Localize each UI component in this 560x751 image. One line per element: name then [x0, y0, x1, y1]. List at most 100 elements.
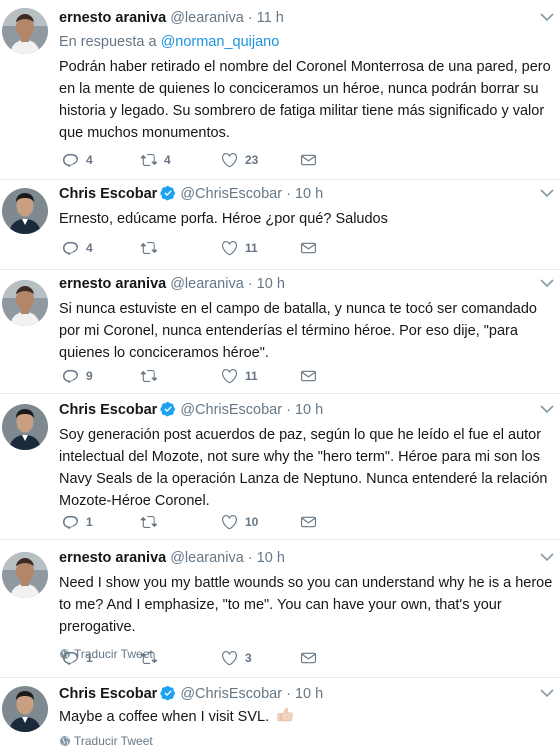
like-button[interactable]: 10 [220, 512, 258, 532]
translate-tweet-link[interactable]: Traducir Tweet [59, 733, 554, 749]
tweet-text: Si nunca estuviste en el campo de batall… [59, 301, 537, 361]
heart-icon [220, 151, 239, 169]
author-handle[interactable]: @ChrisEscobar [180, 402, 282, 418]
author-handle[interactable]: @ChrisEscobar [180, 686, 282, 702]
retweet-button[interactable] [139, 648, 158, 668]
chevron-down-icon[interactable] [540, 278, 554, 288]
avatar[interactable] [2, 188, 48, 234]
author-name[interactable]: ernesto araniva [59, 550, 166, 566]
retweet-icon [139, 513, 158, 531]
direct-message-button[interactable] [299, 150, 318, 170]
reply-button[interactable]: 1 [61, 648, 93, 668]
like-button[interactable]: 3 [220, 648, 252, 668]
avatar[interactable] [2, 280, 48, 326]
separator: · [286, 402, 291, 418]
reply-button[interactable]: 9 [61, 366, 93, 386]
retweet-button[interactable] [139, 366, 158, 386]
tweet-time[interactable]: 11 h [257, 10, 284, 26]
verified-badge-icon [160, 401, 176, 417]
direct-message-button[interactable] [299, 366, 318, 386]
retweet-button[interactable]: 4 [139, 150, 171, 170]
tweet[interactable]: Chris Escobar @ChrisEscobar · 10 h Soy ge… [0, 394, 560, 540]
tweet[interactable]: Chris Escobar @ChrisEscobar · 10 h Ernest… [0, 180, 560, 270]
retweet-button[interactable] [139, 512, 158, 532]
reply-count: 1 [86, 515, 93, 529]
tweet-header: Chris Escobar @ChrisEscobar · 10 h [59, 400, 554, 420]
reply-count: 4 [86, 153, 93, 167]
chevron-down-icon[interactable] [540, 552, 554, 562]
chevron-down-icon[interactable] [540, 404, 554, 414]
author-name[interactable]: ernesto araniva [59, 10, 166, 26]
envelope-icon [299, 151, 318, 169]
like-button[interactable]: 23 [220, 150, 258, 170]
avatar[interactable] [2, 8, 48, 54]
tweet-text-content: Maybe a coffee when I visit SVL. [59, 709, 270, 725]
separator: · [286, 186, 291, 202]
chevron-down-icon[interactable] [540, 688, 554, 698]
reply-button[interactable]: 4 [61, 150, 93, 170]
retweet-button[interactable] [139, 238, 158, 258]
reply-count: 9 [86, 369, 93, 383]
envelope-icon [299, 367, 318, 385]
retweet-count: 4 [164, 153, 171, 167]
reply-icon [61, 367, 80, 385]
direct-message-button[interactable] [299, 512, 318, 532]
author-handle[interactable]: @learaniva [170, 10, 244, 26]
like-count: 3 [245, 651, 252, 665]
heart-icon [220, 649, 239, 667]
tweet-text: Need I show you my battle wounds so you … [59, 575, 553, 635]
avatar[interactable] [2, 404, 48, 450]
reply-button[interactable]: 1 [61, 512, 93, 532]
author-handle[interactable]: @learaniva [170, 276, 244, 292]
tweet[interactable]: ernesto araniva @learaniva · 11 h En resp… [0, 0, 560, 180]
tweet-text: Soy generación post acuerdos de paz, seg… [59, 427, 548, 509]
tweet-actions: 4 11 [59, 238, 359, 258]
tweet[interactable]: ernesto araniva @learaniva · 10 h Need I … [0, 540, 560, 678]
reply-icon [61, 513, 80, 531]
tweet-time[interactable]: 10 h [257, 276, 285, 292]
tweet-time[interactable]: 10 h [257, 550, 285, 566]
verified-badge-icon [160, 185, 176, 201]
tweet-text: Podrán haber retirado el nombre del Coro… [59, 59, 551, 141]
author-handle[interactable]: @ChrisEscobar [180, 186, 282, 202]
like-count: 11 [245, 241, 258, 255]
direct-message-button[interactable] [299, 648, 318, 668]
separator: · [247, 550, 253, 566]
avatar[interactable] [2, 686, 48, 732]
tweet-time[interactable]: 10 h [295, 686, 323, 702]
envelope-icon [299, 649, 318, 667]
author-handle[interactable]: @learaniva [170, 550, 244, 566]
chevron-down-icon[interactable] [540, 12, 554, 22]
author-name[interactable]: Chris Escobar [59, 402, 157, 418]
tweet-header: Chris Escobar @ChrisEscobar · 10 h [59, 684, 554, 704]
tweet-text: Ernesto, edúcame porfa. Héroe ¿por qué? … [59, 211, 388, 227]
tweet-time[interactable]: 10 h [295, 186, 323, 202]
like-count: 11 [245, 369, 258, 383]
avatar[interactable] [2, 552, 48, 598]
tweet-actions: 9 11 [59, 366, 359, 386]
chevron-down-icon[interactable] [540, 188, 554, 198]
direct-message-button[interactable] [299, 238, 318, 258]
envelope-icon [299, 239, 318, 257]
retweet-icon [139, 239, 158, 257]
tweet-header: Chris Escobar @ChrisEscobar · 10 h [59, 184, 554, 204]
tweet-actions: 1 3 [59, 648, 359, 668]
author-name[interactable]: Chris Escobar [59, 186, 157, 202]
verified-badge-icon [160, 685, 176, 701]
reply-count: 1 [86, 651, 93, 665]
tweet-actions: 4 4 23 [59, 150, 359, 170]
author-name[interactable]: ernesto araniva [59, 276, 166, 292]
reply-prefix: En respuesta a [59, 34, 157, 50]
reply-icon [61, 649, 80, 667]
tweet-actions: 1 10 [59, 512, 359, 532]
tweet-time[interactable]: 10 h [295, 402, 323, 418]
reply-context: En respuesta a @norman_quijano [59, 32, 554, 52]
author-name[interactable]: Chris Escobar [59, 686, 157, 702]
like-button[interactable]: 11 [220, 366, 258, 386]
tweet[interactable]: Chris Escobar @ChrisEscobar · 10 h Maybe … [0, 678, 560, 751]
like-button[interactable]: 11 [220, 238, 258, 258]
reply-to-link[interactable]: @norman_quijano [161, 34, 280, 50]
tweet[interactable]: ernesto araniva @learaniva · 10 h Si nunc… [0, 270, 560, 394]
reply-button[interactable]: 4 [61, 238, 93, 258]
tweet-header: ernesto araniva @learaniva · 10 h [59, 548, 554, 568]
